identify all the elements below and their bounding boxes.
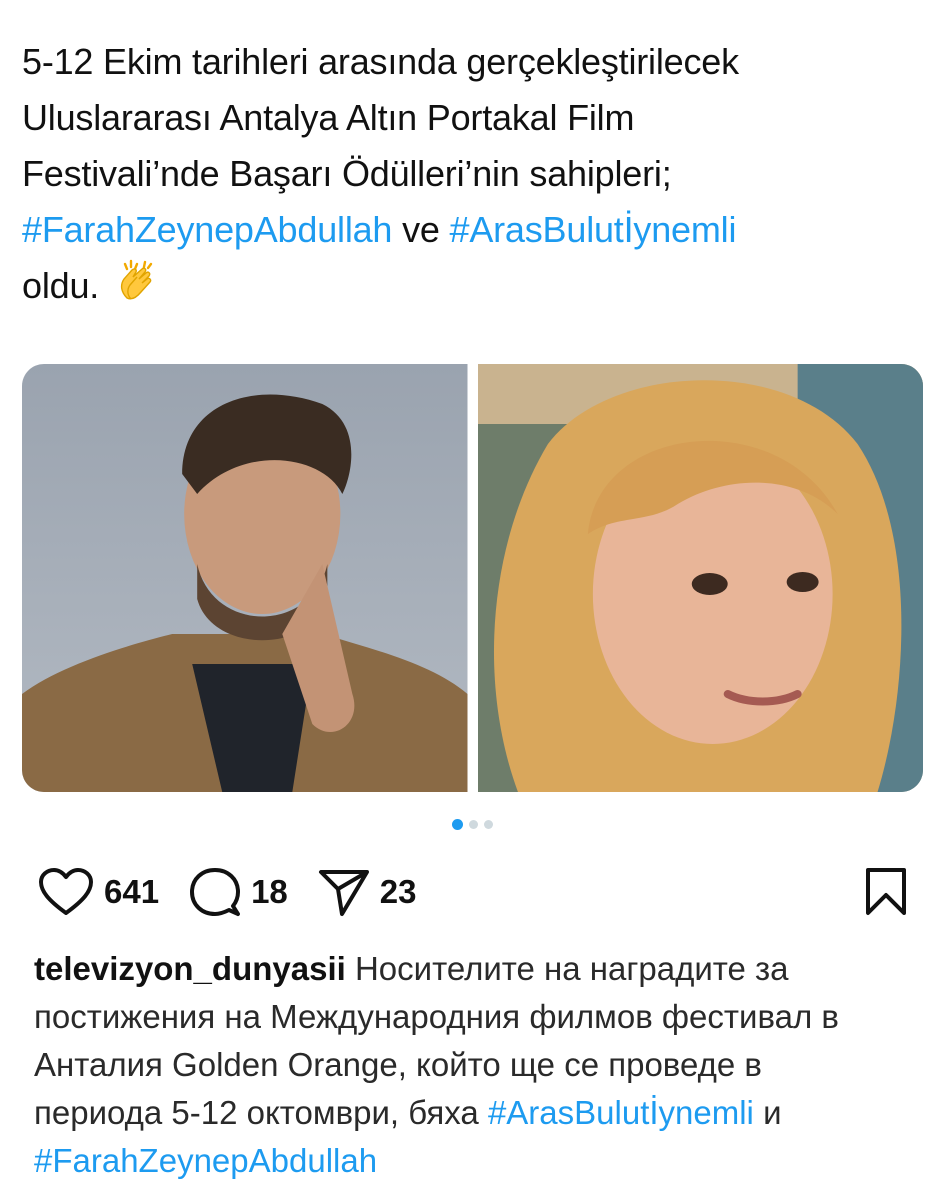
photo-aras-bulut-iynemli[interactable] — [22, 364, 468, 792]
caption-line-3: Анталия Golden Orange, който ще се прове… — [34, 1046, 762, 1083]
tweet-line-2: Uluslararası Antalya Altın Portakal Film — [22, 97, 635, 138]
carousel-indicators — [0, 819, 945, 830]
hashtag-farah-link[interactable]: #FarahZeynepAbdullah — [22, 209, 392, 250]
heart-icon — [38, 867, 94, 917]
carousel-dot[interactable] — [469, 820, 478, 829]
caption-line-2: постижения на Международния филмов фести… — [34, 998, 839, 1035]
tweet-line-5-text: oldu. — [22, 265, 100, 306]
carousel-dot[interactable] — [484, 820, 493, 829]
tweet-line-1: 5-12 Ekim tarihleri arasında gerçekleşti… — [22, 41, 739, 82]
share-count: 23 — [379, 873, 417, 910]
share-button[interactable]: 23 — [318, 867, 417, 917]
connector-text: ve — [402, 209, 440, 250]
tweet-text: 5-12 Ekim tarihleri arasında gerçekleşti… — [22, 34, 902, 318]
comment-button[interactable]: 18 — [189, 866, 288, 918]
photo-farah-zeynep-abdullah[interactable] — [477, 364, 923, 792]
caption-line-1: televizyon_dunyasii Носителите на наград… — [34, 945, 914, 993]
hashtag-aras-link[interactable]: #ArasBulutİynemli — [450, 209, 737, 250]
bookmark-icon — [864, 867, 908, 917]
caption-text-4: периода 5-12 октомври, бяха — [34, 1094, 479, 1131]
comment-bubble-icon — [189, 866, 241, 918]
tweet-line-3: Festivali’nde Başarı Ödülleri’nin sahipl… — [22, 153, 672, 194]
bookmark-button[interactable] — [864, 867, 908, 917]
like-button[interactable]: 641 — [38, 867, 159, 917]
hashtag-aras-link[interactable]: #ArasBulutİynemli — [488, 1094, 754, 1131]
caption-line-4: периода 5-12 октомври, бяха #ArasBulutİy… — [34, 1089, 914, 1137]
action-bar: 641 18 23 — [38, 862, 908, 922]
hashtag-farah-link[interactable]: #FarahZeynepAbdullah — [34, 1142, 377, 1179]
post-caption: televizyon_dunyasii Носителите на наград… — [34, 945, 914, 1185]
caption-connector: и — [763, 1094, 782, 1131]
caption-line-5: #FarahZeynepAbdullah — [34, 1137, 914, 1185]
clapping-hands-icon — [115, 258, 159, 318]
tweet-line-4: #FarahZeynepAbdullah ve #ArasBulutİyneml… — [22, 202, 902, 258]
carousel-dot-active[interactable] — [452, 819, 463, 830]
comment-count: 18 — [251, 873, 288, 910]
username-link[interactable]: televizyon_dunyasii — [34, 950, 346, 987]
photo-carousel[interactable] — [22, 364, 923, 792]
paper-plane-icon — [318, 867, 370, 917]
caption-text-1: Носителите на наградите за — [354, 950, 789, 987]
like-count: 641 — [104, 873, 160, 910]
tweet-line-5: oldu. — [22, 258, 902, 318]
